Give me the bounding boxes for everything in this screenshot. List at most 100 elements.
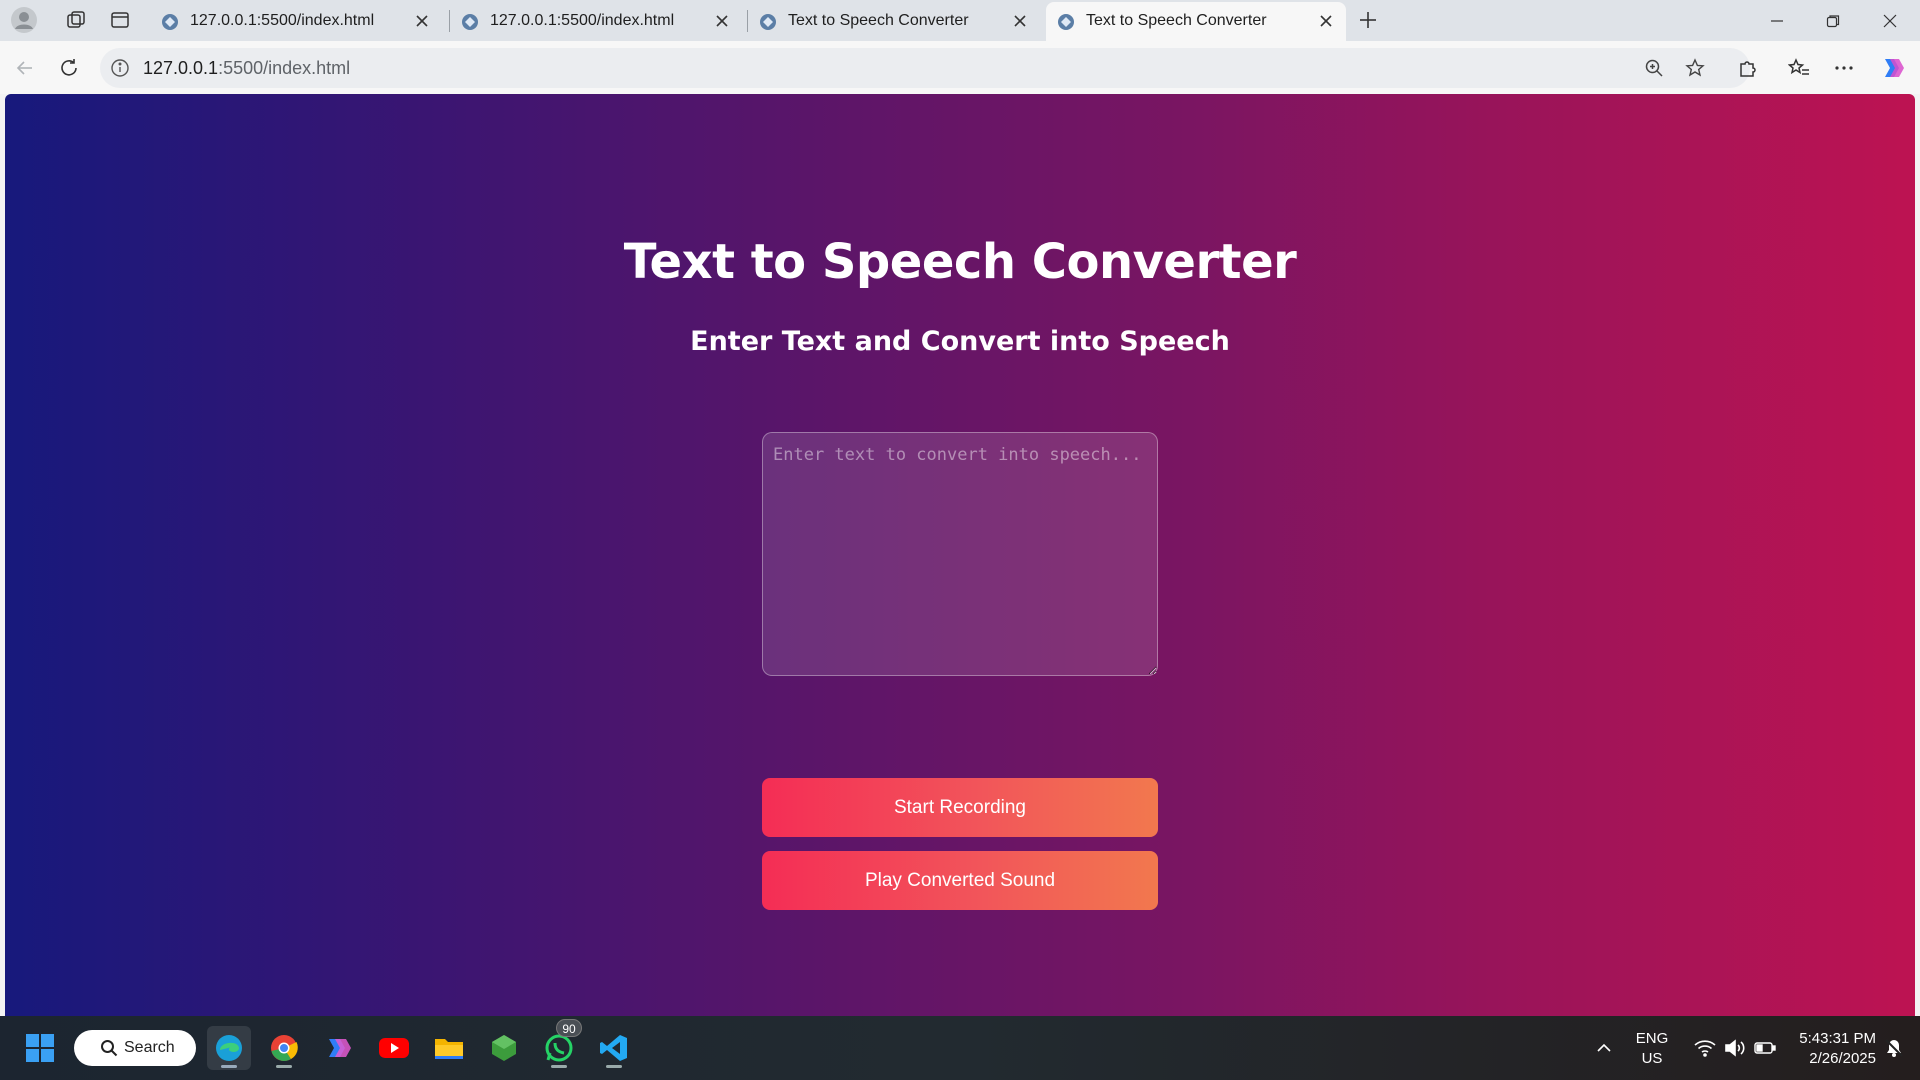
running-indicator — [276, 1065, 292, 1068]
tab-title: 127.0.0.1:5500/index.html — [190, 12, 375, 29]
input-language-indicator[interactable]: ENG US — [1626, 1029, 1678, 1069]
active-indicator — [221, 1065, 237, 1068]
favorite-button[interactable] — [1683, 56, 1707, 80]
tab-title: 127.0.0.1:5500/index.html — [490, 12, 675, 29]
page-viewport: Text to Speech Converter Enter Text and … — [5, 94, 1915, 1016]
battery-icon — [1754, 1042, 1776, 1054]
taskbar-nodejs[interactable] — [482, 1026, 526, 1070]
chevron-up-icon — [1597, 1043, 1611, 1052]
clock-time: 5:43:31 PM — [1799, 1030, 1876, 1047]
tab-title: Text to Speech Converter — [1086, 12, 1267, 29]
zoom-in-icon — [1645, 59, 1663, 77]
start-button[interactable] — [18, 1026, 62, 1070]
youtube-icon — [379, 1038, 409, 1058]
profile-button[interactable] — [4, 4, 44, 36]
page-subtitle: Enter Text and Convert into Speech — [690, 326, 1230, 357]
new-tab-button[interactable] — [1348, 4, 1388, 36]
search-label: Search — [124, 1039, 175, 1056]
reload-button[interactable] — [51, 50, 87, 86]
wifi-icon — [1694, 1040, 1716, 1057]
back-button[interactable] — [7, 50, 43, 86]
star-icon — [1685, 58, 1705, 77]
windows-logo-icon — [26, 1034, 54, 1062]
reload-icon — [61, 59, 77, 76]
taskbar-file-explorer[interactable] — [427, 1026, 471, 1070]
clock-date: 2/26/2025 — [1809, 1050, 1876, 1067]
workspaces-icon — [67, 11, 85, 28]
vscode-live-favicon — [462, 14, 478, 30]
url-host: 127.0.0.1 — [143, 58, 219, 78]
favorites-list-icon — [1788, 58, 1809, 75]
taskbar-chrome[interactable] — [262, 1026, 306, 1070]
notification-bell-icon — [1885, 1039, 1903, 1057]
whatsapp-unread-badge: 90 — [556, 1019, 582, 1037]
taskbar: Search 90 ENG US 5:43:31 PM 2/26/2025 — [0, 1016, 1920, 1080]
show-hidden-icons-button[interactable] — [1586, 1026, 1622, 1070]
close-icon — [1320, 15, 1332, 27]
search-icon — [101, 1040, 118, 1057]
running-indicator — [551, 1065, 567, 1068]
start-recording-button[interactable]: Start Recording — [762, 778, 1158, 837]
profile-icon — [11, 7, 37, 33]
more-horizontal-icon — [1835, 66, 1853, 70]
copilot-icon — [1885, 59, 1904, 77]
close-tab-button[interactable] — [410, 9, 434, 33]
browser-tab-4-active[interactable]: Text to Speech Converter — [1046, 2, 1346, 41]
language-code: ENG — [1635, 1030, 1669, 1047]
page-title: Text to Speech Converter — [623, 234, 1297, 290]
favorites-button[interactable] — [1781, 50, 1817, 86]
close-tab-button[interactable] — [710, 9, 734, 33]
folder-icon — [435, 1039, 463, 1059]
close-window-button[interactable] — [1862, 0, 1918, 41]
url-path: :5500/index.html — [218, 58, 351, 78]
vscode-live-favicon — [1058, 14, 1074, 30]
vscode-live-favicon — [760, 14, 776, 30]
copilot-button[interactable] — [1874, 50, 1910, 86]
speech-text-input[interactable] — [762, 432, 1158, 676]
tab-actions-icon — [111, 12, 129, 28]
edge-browser-icon — [216, 1035, 242, 1061]
quick-settings-button[interactable] — [1685, 1026, 1785, 1070]
minimize-button[interactable] — [1749, 0, 1805, 41]
region-code: US — [1641, 1050, 1663, 1067]
browser-tab-1[interactable]: 127.0.0.1:5500/index.html — [150, 2, 442, 41]
tab-title: Text to Speech Converter — [788, 12, 969, 29]
volume-icon — [1725, 1039, 1745, 1057]
taskbar-search[interactable]: Search — [74, 1030, 196, 1066]
vscode-icon — [600, 1035, 627, 1061]
workspaces-button[interactable] — [56, 4, 96, 36]
browser-tab-2[interactable]: 127.0.0.1:5500/index.html — [450, 2, 742, 41]
running-indicator — [606, 1065, 622, 1068]
back-arrow-icon — [16, 61, 32, 75]
site-info-icon[interactable] — [110, 58, 130, 78]
close-icon — [1883, 14, 1897, 27]
vertical-tabs-button[interactable] — [100, 4, 140, 36]
plus-icon — [1360, 12, 1376, 28]
close-icon — [716, 15, 728, 27]
close-tab-button[interactable] — [1314, 9, 1338, 33]
taskbar-vscode[interactable] — [592, 1026, 636, 1070]
restore-button[interactable] — [1805, 0, 1861, 41]
clock[interactable]: 5:43:31 PM 2/26/2025 — [1780, 1029, 1876, 1069]
nodejs-hexagon-icon — [492, 1035, 516, 1061]
zoom-button[interactable] — [1642, 56, 1666, 80]
notifications-button[interactable] — [1876, 1026, 1912, 1070]
close-tab-button[interactable] — [1008, 9, 1032, 33]
settings-more-button[interactable] — [1826, 50, 1862, 86]
chrome-icon — [271, 1035, 298, 1061]
copilot-icon — [329, 1039, 351, 1057]
close-icon — [1014, 15, 1026, 27]
tab-strip: 127.0.0.1:5500/index.html 127.0.0.1:5500… — [0, 0, 1920, 41]
close-icon — [416, 15, 428, 27]
minimize-icon — [1771, 19, 1783, 22]
taskbar-edge[interactable] — [207, 1026, 251, 1070]
extensions-button[interactable] — [1730, 50, 1766, 86]
taskbar-copilot[interactable] — [317, 1026, 361, 1070]
address-url[interactable]: 127.0.0.1:5500/index.html — [143, 58, 350, 79]
address-bar[interactable]: 127.0.0.1:5500/index.html — [100, 48, 1750, 88]
taskbar-youtube[interactable] — [372, 1026, 416, 1070]
browser-toolbar: 127.0.0.1:5500/index.html — [0, 41, 1920, 94]
browser-tab-3[interactable]: Text to Speech Converter — [748, 2, 1040, 41]
play-converted-sound-button[interactable]: Play Converted Sound — [762, 851, 1158, 910]
puzzle-icon — [1740, 61, 1756, 77]
